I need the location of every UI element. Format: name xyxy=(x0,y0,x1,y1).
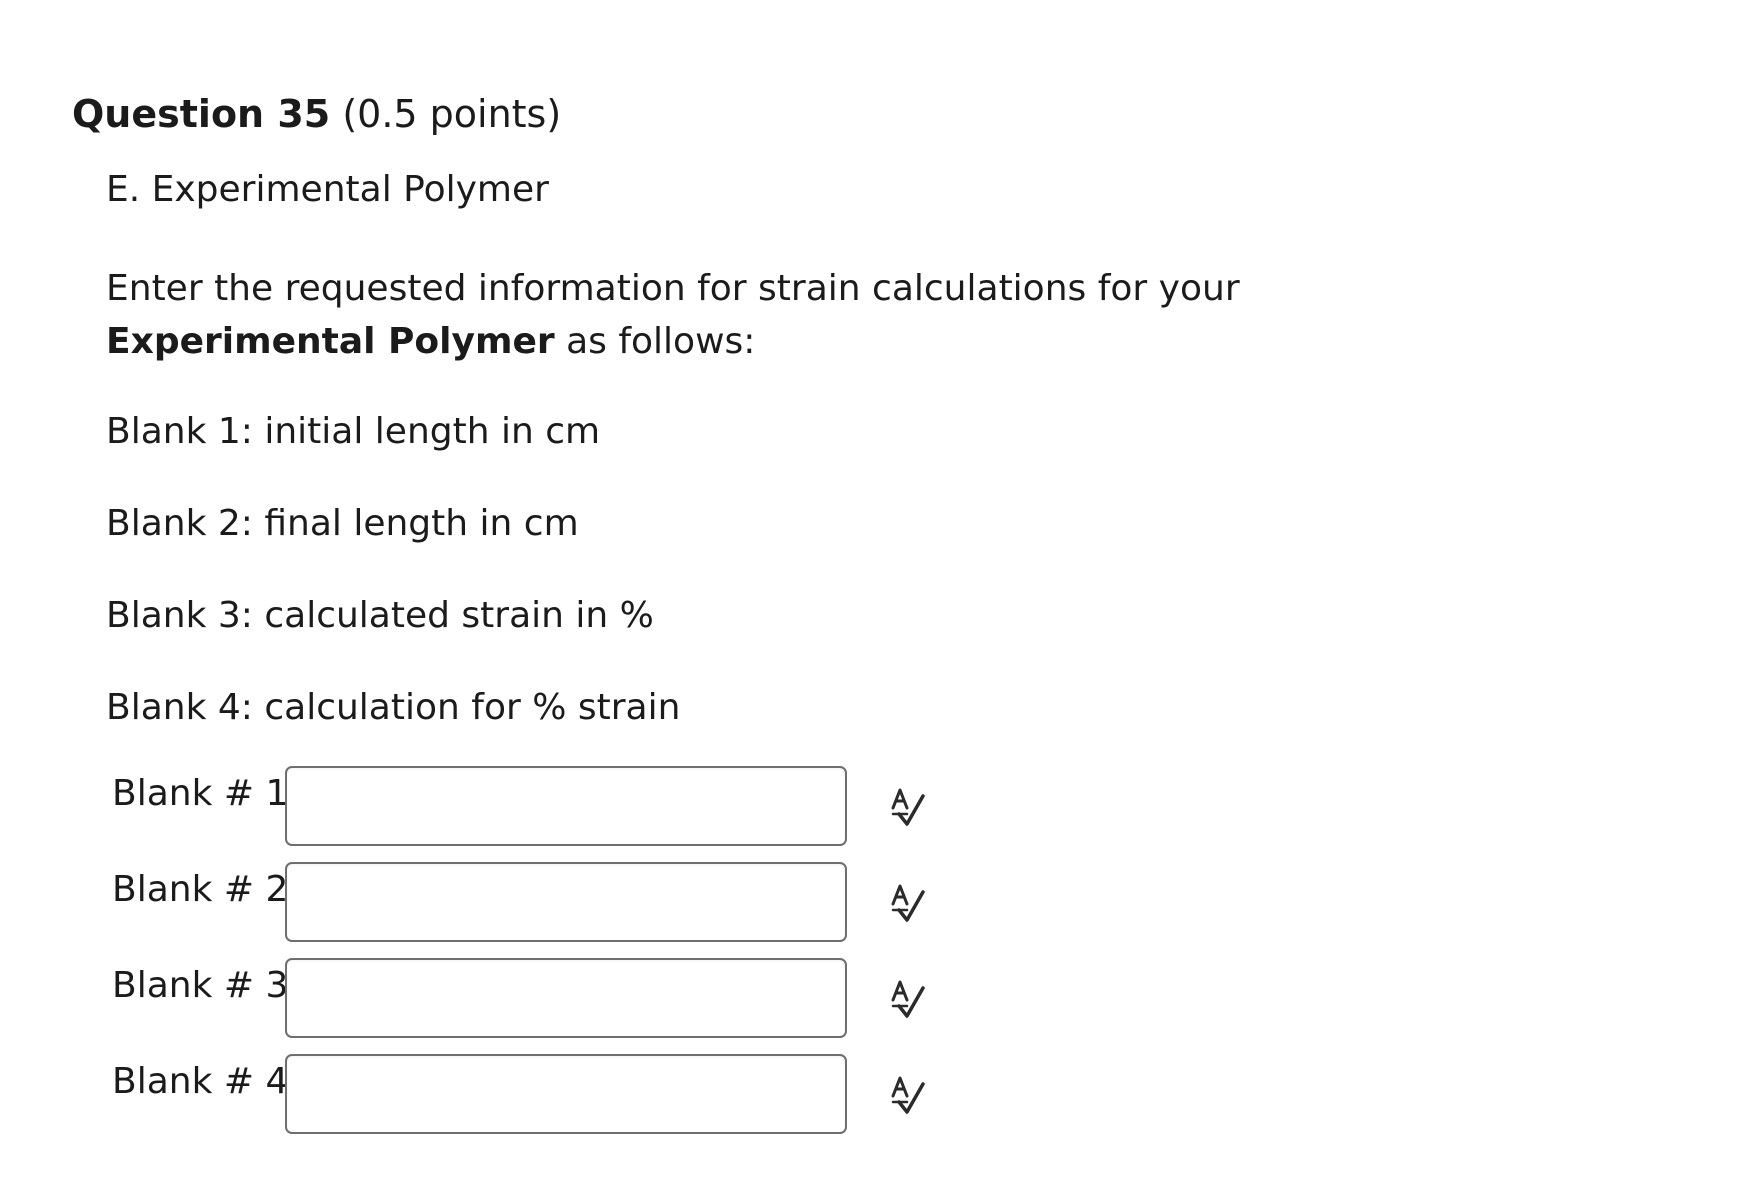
blank-input-3[interactable] xyxy=(285,958,847,1038)
question-points: (0.5 points) xyxy=(342,92,562,136)
blank-description-2: Blank 2: final length in cm xyxy=(106,503,579,544)
blank-input-4[interactable] xyxy=(285,1054,847,1134)
blank-label-3: Blank # 3 xyxy=(112,965,289,1006)
blank-description-3: Blank 3: calculated strain in % xyxy=(106,595,654,636)
spell-check-icon[interactable] xyxy=(887,976,929,1020)
question-body: E. Experimental Polymer Enter the reques… xyxy=(106,164,1506,734)
instructions-bold: Experimental Polymer xyxy=(106,321,555,362)
spell-check-icon[interactable] xyxy=(887,880,929,924)
instructions-suffix: as follows: xyxy=(554,321,756,362)
blank-input-1[interactable] xyxy=(285,766,847,846)
question-header: Question 35 (0.5 points) xyxy=(72,88,561,140)
section-title: E. Experimental Polymer xyxy=(106,169,549,210)
question-title: Question 35 xyxy=(72,92,331,136)
instructions: Enter the requested information for stra… xyxy=(106,262,1506,368)
blank-description-1: Blank 1: initial length in cm xyxy=(106,411,601,452)
instructions-prefix: Enter the requested information for stra… xyxy=(106,268,1240,309)
blank-label-1: Blank # 1 xyxy=(112,773,289,814)
blank-label-4: Blank # 4 xyxy=(112,1061,289,1102)
blank-input-2[interactable] xyxy=(285,862,847,942)
spell-check-icon[interactable] xyxy=(887,1072,929,1116)
blank-description-4: Blank 4: calculation for % strain xyxy=(106,687,681,728)
blank-label-2: Blank # 2 xyxy=(112,869,289,910)
spell-check-icon[interactable] xyxy=(887,784,929,828)
